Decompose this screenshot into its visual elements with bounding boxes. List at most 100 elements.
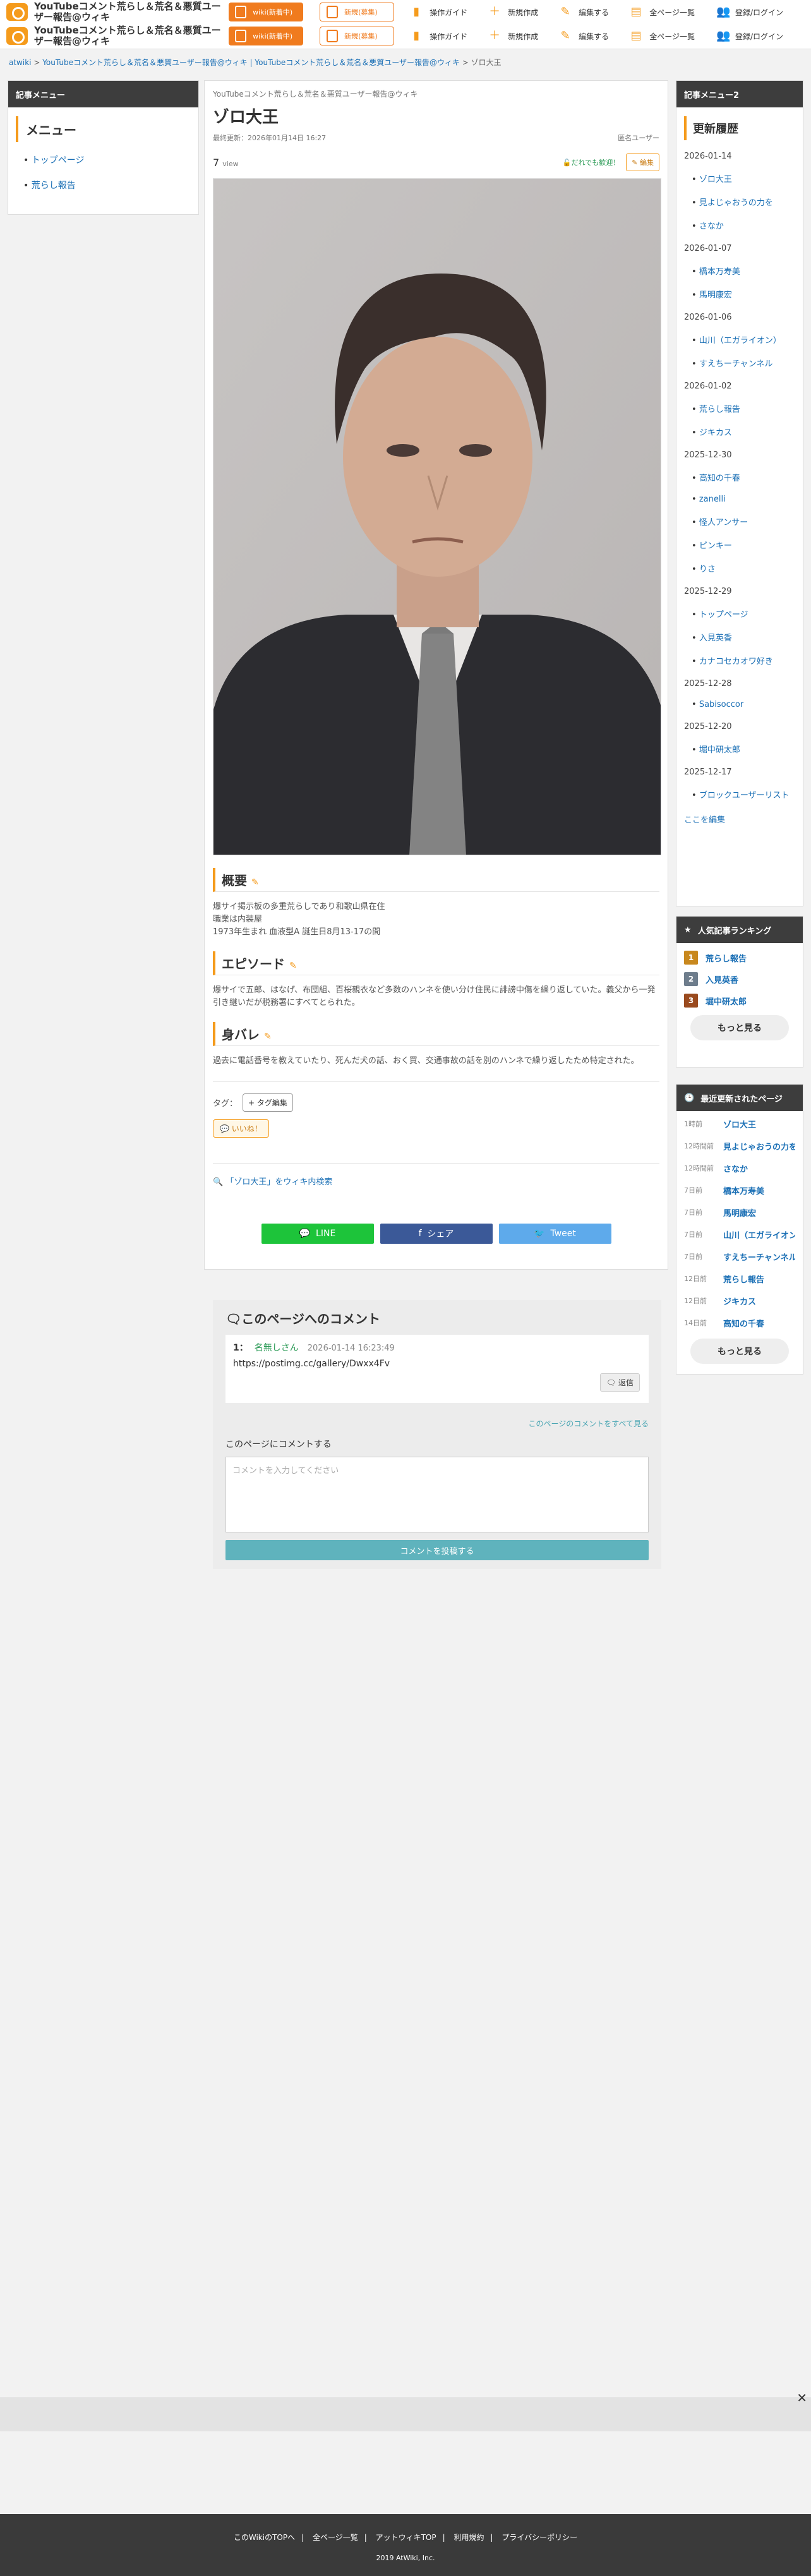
update-item[interactable]: 荒らし報告 xyxy=(692,402,795,414)
update-item[interactable]: ピンキー xyxy=(692,539,795,551)
update-item[interactable]: Sabisoccor xyxy=(692,700,795,709)
nav-guide[interactable]: ▮ 操作ガイド xyxy=(411,30,467,42)
line-share-button[interactable]: 💬 LINE xyxy=(261,1224,374,1244)
recent-item[interactable]: 12時間前 見よじゃおうの力を xyxy=(684,1140,795,1152)
update-item[interactable]: トップページ xyxy=(692,608,795,620)
pencil-icon[interactable]: ✎ xyxy=(264,1032,272,1042)
edit-button[interactable]: ✎ 編集 xyxy=(626,153,659,171)
nav-login[interactable]: 👥 登録/ログイン xyxy=(716,30,783,42)
recent-link[interactable]: 見よじゃおうの力を xyxy=(723,1140,795,1152)
recent-link[interactable]: 高知の千春 xyxy=(723,1317,795,1329)
comment-text[interactable]: https://postimg.cc/gallery/Dwxx4Fv xyxy=(233,1359,641,1369)
recent-link[interactable]: 荒らし報告 xyxy=(723,1273,795,1285)
recent-item[interactable]: 7日前 すえちーチャンネル xyxy=(684,1250,795,1263)
nav-edit[interactable]: ✎ 編集する xyxy=(560,6,610,18)
update-item[interactable]: zanelli xyxy=(692,495,795,504)
pencil-icon[interactable]: ✎ xyxy=(251,877,259,888)
update-item[interactable]: 入見英香 xyxy=(692,631,795,643)
view-count: 7 view xyxy=(213,157,239,169)
update-item[interactable]: ブロックユーザーリスト xyxy=(692,788,795,800)
recent-item[interactable]: 1時前 ゾロ大王 xyxy=(684,1117,795,1130)
right-menu: 記事メニュー2 更新履歴 2026-01-14 ゾロ大王 見よじゃおうの力を さ… xyxy=(676,80,803,906)
footer-link[interactable]: プライバシーポリシー xyxy=(502,2533,577,2542)
ranking-link[interactable]: 入見英香 xyxy=(706,973,738,985)
nav-new-page[interactable]: ＋ 新規作成 xyxy=(489,30,538,42)
recent-ago: 1時前 xyxy=(684,1120,702,1128)
footer-link[interactable]: アットウィキTOP xyxy=(376,2533,436,2542)
recent-item[interactable]: 12日前 荒らし報告 xyxy=(684,1272,795,1285)
like-button[interactable]: 💬 いいね！ xyxy=(213,1119,269,1138)
nav-login[interactable]: 👥 登録/ログイン xyxy=(716,6,783,18)
update-item[interactable]: 見よじゃおうの力を xyxy=(692,196,795,208)
pencil-icon[interactable]: ✎ xyxy=(289,961,297,971)
comment-textarea[interactable]: コメントを入力してください xyxy=(225,1457,649,1532)
nav-new-page[interactable]: ＋ 新規作成 xyxy=(489,6,538,18)
nav-edit[interactable]: ✎ 編集する xyxy=(560,30,610,42)
site-title[interactable]: YouTubeコメント荒らし＆荒名＆悪質ユーザー報告@ウィキ xyxy=(34,25,229,47)
update-item[interactable]: 馬明康宏 xyxy=(692,288,795,300)
update-item[interactable]: 高知の千春 xyxy=(692,471,795,483)
recent-item[interactable]: 12日前 ジキカス xyxy=(684,1294,795,1307)
recent-link[interactable]: ジキカス xyxy=(723,1295,795,1307)
recent-item[interactable]: 7日前 橋本万寿美 xyxy=(684,1184,795,1196)
wiki-new-button[interactable]: wiki(新着中) xyxy=(229,3,304,21)
update-item[interactable]: さなか xyxy=(692,219,795,231)
footer-links: このWikiのTOPへ | 全ページ一覧 | アットウィキTOP | 利用規約 | プラ… xyxy=(233,2533,578,2542)
edit-here-link[interactable]: ここを編集 xyxy=(684,813,795,825)
wiki-new-button[interactable]: wiki(新着中) xyxy=(229,27,304,45)
recent-link[interactable]: さなか xyxy=(723,1162,795,1174)
update-item[interactable]: カナコセカオワ好き xyxy=(692,654,795,666)
update-item[interactable]: 橋本万寿美 xyxy=(692,265,795,277)
comment-author[interactable]: 名無しさん xyxy=(255,1343,299,1353)
atwiki-logo-icon[interactable] xyxy=(6,27,28,45)
recent-link[interactable]: すえちーチャンネル xyxy=(723,1251,795,1263)
breadcrumb-root[interactable]: atwiki xyxy=(9,58,32,67)
footer-link[interactable]: 利用規約 xyxy=(454,2533,484,2542)
ranking-item[interactable]: 1 荒らし報告 xyxy=(684,951,795,965)
close-icon[interactable]: ✕ xyxy=(796,2390,807,2405)
update-item[interactable]: 怪人アンサー xyxy=(692,515,795,527)
recent-link[interactable]: 橋本万寿美 xyxy=(723,1184,795,1196)
update-item[interactable]: りさ xyxy=(692,562,795,574)
nav-all-pages[interactable]: ▤ 全ページ一覧 xyxy=(630,6,695,18)
rank-badge: 3 xyxy=(684,994,698,1008)
recent-link[interactable]: 馬明康宏 xyxy=(723,1207,795,1219)
nav-all-pages[interactable]: ▤ 全ページ一覧 xyxy=(630,30,695,42)
update-item[interactable]: 堀中研太郎 xyxy=(692,743,795,755)
left-menu-item[interactable]: 荒らし報告 xyxy=(23,179,191,191)
ranking-item[interactable]: 3 堀中研太郎 xyxy=(684,994,795,1008)
update-item[interactable]: ゾロ大王 xyxy=(692,172,795,184)
left-menu-item[interactable]: トップページ xyxy=(23,153,191,166)
update-item[interactable]: 山川（エガライオン） xyxy=(692,334,795,346)
site-title[interactable]: YouTubeコメント荒らし＆荒名＆悪質ユーザー報告@ウィキ xyxy=(34,1,229,23)
atwiki-logo-icon[interactable] xyxy=(6,3,28,21)
facebook-share-button[interactable]: f シェア xyxy=(380,1224,493,1244)
twitter-share-button[interactable]: 🐦 Tweet xyxy=(498,1224,611,1244)
all-comments-link[interactable]: このページのコメントをすべて見る xyxy=(225,1418,649,1429)
update-item[interactable]: すえちーチャンネル xyxy=(692,357,795,369)
recent-more-button[interactable]: もっと見る xyxy=(690,1339,789,1364)
recent-item[interactable]: 7日前 馬明康宏 xyxy=(684,1206,795,1219)
ranking-link[interactable]: 堀中研太郎 xyxy=(706,995,747,1007)
date-heading: 2025-12-29 xyxy=(684,587,732,596)
footer-link[interactable]: 全ページ一覧 xyxy=(313,2533,358,2542)
recent-item[interactable]: 7日前 山川（エガライオン） xyxy=(684,1228,795,1241)
nav-guide[interactable]: ▮ 操作ガイド xyxy=(411,6,467,18)
ranking-link[interactable]: 荒らし報告 xyxy=(706,952,747,964)
ranking-item[interactable]: 2 入見英香 xyxy=(684,972,795,986)
recent-title: 最近更新されたページ xyxy=(700,1094,783,1104)
recent-link[interactable]: 山川（エガライオン） xyxy=(723,1229,795,1241)
wiki-search-link[interactable]: 🔍 「ゾロ大王」をウィキ内検索 xyxy=(213,1163,659,1187)
recent-item[interactable]: 14日前 高知の千春 xyxy=(684,1316,795,1329)
recruit-button[interactable]: 新規(募集) xyxy=(320,3,395,21)
reply-button[interactable]: 🗨 返信 xyxy=(599,1373,640,1392)
ranking-more-button[interactable]: もっと見る xyxy=(690,1015,789,1040)
tag-edit-button[interactable]: + タグ編集 xyxy=(243,1093,293,1112)
breadcrumb-parent[interactable]: YouTubeコメント荒らし＆荒名＆悪質ユーザー報告@ウィキ | YouTube… xyxy=(42,58,460,67)
recruit-button[interactable]: 新規(募集) xyxy=(320,27,395,45)
update-item[interactable]: ジキカス xyxy=(692,426,795,438)
recent-link[interactable]: ゾロ大王 xyxy=(723,1118,795,1130)
comment-submit-button[interactable]: コメントを投稿する xyxy=(225,1540,649,1560)
footer-link[interactable]: このWikiのTOPへ xyxy=(234,2533,295,2542)
recent-item[interactable]: 12時間前 さなか xyxy=(684,1162,795,1174)
